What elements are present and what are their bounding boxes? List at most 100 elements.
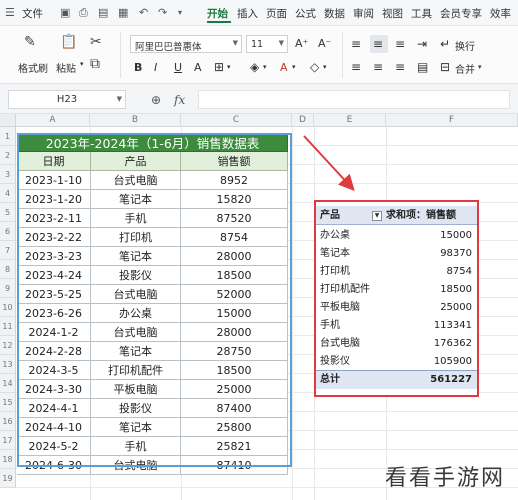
pivot-product-cell[interactable]: 办公桌	[320, 226, 350, 245]
chevron-down-icon[interactable]: ▾	[263, 63, 267, 71]
row-header[interactable]: 1	[0, 127, 16, 146]
row-header[interactable]: 18	[0, 450, 16, 469]
date-cell[interactable]: 2023-6-26	[17, 304, 91, 323]
function-icon[interactable]: fx	[174, 93, 185, 107]
chevron-down-icon[interactable]: ▾	[478, 63, 482, 71]
pivot-sum-cell[interactable]: 98370	[400, 244, 472, 263]
product-cell[interactable]: 投影仪	[91, 399, 181, 418]
header-product[interactable]: 产品	[91, 152, 181, 171]
bold-icon[interactable]: B	[134, 61, 142, 74]
product-cell[interactable]: 台式电脑	[91, 323, 181, 342]
hamburger-menu-icon[interactable]: ☰	[5, 6, 15, 19]
font-name-select[interactable]: 阿里巴巴普惠体 ▼	[130, 35, 242, 53]
sales-cell[interactable]: 15820	[181, 190, 288, 209]
product-cell[interactable]: 手机	[91, 209, 181, 228]
cut-icon[interactable]: ✂	[90, 34, 102, 50]
sales-cell[interactable]: 87410	[181, 456, 288, 475]
date-cell[interactable]: 2023-2-22	[17, 228, 91, 247]
export-icon[interactable]: ▦	[118, 6, 128, 19]
align-left-icon[interactable]: ≡	[351, 60, 361, 74]
print-preview-icon[interactable]: ▤	[98, 6, 108, 19]
pivot-product-cell[interactable]: 平板电脑	[320, 298, 360, 317]
print-icon[interactable]: ⎙	[79, 6, 88, 20]
tab-formula[interactable]: 公式	[295, 6, 316, 21]
row-header[interactable]: 9	[0, 279, 16, 298]
row-header[interactable]: 14	[0, 374, 16, 393]
row-header[interactable]: 6	[0, 222, 16, 241]
product-cell[interactable]: 笔记本	[91, 418, 181, 437]
sales-cell[interactable]: 28000	[181, 247, 288, 266]
column-header-d[interactable]: D	[292, 114, 314, 127]
pivot-product-cell[interactable]: 笔记本	[320, 244, 350, 263]
chevron-down-icon[interactable]: ▾	[178, 8, 182, 17]
sales-cell[interactable]: 25800	[181, 418, 288, 437]
row-header[interactable]: 10	[0, 298, 16, 317]
row-header[interactable]: 16	[0, 412, 16, 431]
product-cell[interactable]: 笔记本	[91, 190, 181, 209]
redo-icon[interactable]: ↷	[158, 6, 167, 19]
product-cell[interactable]: 台式电脑	[91, 171, 181, 190]
filter-dropdown-icon[interactable]: ▼	[372, 211, 382, 221]
pivot-sum-cell[interactable]: 113341	[400, 316, 472, 335]
tab-review[interactable]: 审阅	[353, 6, 374, 21]
product-cell[interactable]: 投影仪	[91, 266, 181, 285]
tab-data[interactable]: 数据	[324, 6, 345, 21]
sales-cell[interactable]: 25000	[181, 380, 288, 399]
align-middle-icon[interactable]: ≡	[373, 37, 383, 51]
product-cell[interactable]: 笔记本	[91, 342, 181, 361]
border-icon[interactable]: ⊞	[214, 60, 224, 74]
date-cell[interactable]: 2024-4-1	[17, 399, 91, 418]
date-cell[interactable]: 2024-3-30	[17, 380, 91, 399]
strikethrough-icon[interactable]: A	[194, 61, 202, 74]
sales-cell[interactable]: 18500	[181, 266, 288, 285]
pivot-product-cell[interactable]: 打印机	[320, 262, 350, 281]
date-cell[interactable]: 2023-2-11	[17, 209, 91, 228]
paste-icon[interactable]: 📋	[60, 34, 77, 50]
font-size-select[interactable]: 11 ▼	[246, 35, 288, 53]
column-header-a[interactable]: A	[16, 114, 90, 127]
pivot-sum-cell[interactable]: 105900	[400, 352, 472, 371]
merge-cells-icon[interactable]: ⊟	[440, 60, 450, 74]
product-cell[interactable]: 手机	[91, 437, 181, 456]
date-cell[interactable]: 2023-3-23	[17, 247, 91, 266]
row-header[interactable]: 12	[0, 336, 16, 355]
tab-member[interactable]: 会员专享	[440, 6, 482, 21]
pivot-sum-cell[interactable]: 25000	[400, 298, 472, 317]
pivot-sum-cell[interactable]: 8754	[400, 262, 472, 281]
source-table-title[interactable]: 2023年-2024年（1-6月）销售数据表	[17, 133, 288, 152]
date-cell[interactable]: 2024-5-2	[17, 437, 91, 456]
wrap-text-icon[interactable]: ↵	[440, 37, 450, 51]
pivot-product-cell[interactable]: 打印机配件	[320, 280, 370, 299]
column-header-f[interactable]: F	[386, 114, 518, 127]
date-cell[interactable]: 2024-2-28	[17, 342, 91, 361]
wrap-text-label[interactable]: 换行	[455, 38, 475, 53]
paste-dropdown-icon[interactable]: ▾	[80, 60, 84, 68]
header-sales[interactable]: 销售额	[181, 152, 288, 171]
undo-icon[interactable]: ↶	[139, 6, 148, 19]
row-header[interactable]: 3	[0, 165, 16, 184]
sales-cell[interactable]: 28750	[181, 342, 288, 361]
tab-insert[interactable]: 插入	[237, 6, 258, 21]
row-header[interactable]: 4	[0, 184, 16, 203]
row-header[interactable]: 5	[0, 203, 16, 222]
date-cell[interactable]: 2023-1-10	[17, 171, 91, 190]
select-all-corner[interactable]	[0, 114, 16, 127]
fill-color-icon[interactable]: ◈	[250, 60, 259, 74]
sales-cell[interactable]: 52000	[181, 285, 288, 304]
product-cell[interactable]: 打印机配件	[91, 361, 181, 380]
format-painter-icon[interactable]: ✎	[24, 34, 36, 50]
align-right-icon[interactable]: ≡	[395, 60, 405, 74]
pivot-total-label[interactable]: 总计	[320, 370, 340, 389]
pivot-product-cell[interactable]: 手机	[320, 316, 340, 335]
sales-cell[interactable]: 28000	[181, 323, 288, 342]
formula-input[interactable]	[198, 90, 510, 109]
align-top-icon[interactable]: ≡	[351, 37, 361, 51]
sales-cell[interactable]: 18500	[181, 361, 288, 380]
underline-icon[interactable]: U	[174, 61, 182, 74]
align-center-icon[interactable]: ≡	[373, 60, 383, 74]
date-cell[interactable]: 2024-1-2	[17, 323, 91, 342]
row-header[interactable]: 11	[0, 317, 16, 336]
name-box[interactable]: H23 ▼	[8, 90, 126, 109]
row-header[interactable]: 13	[0, 355, 16, 374]
pivot-header-value[interactable]: 求和项：销售额	[386, 206, 456, 225]
